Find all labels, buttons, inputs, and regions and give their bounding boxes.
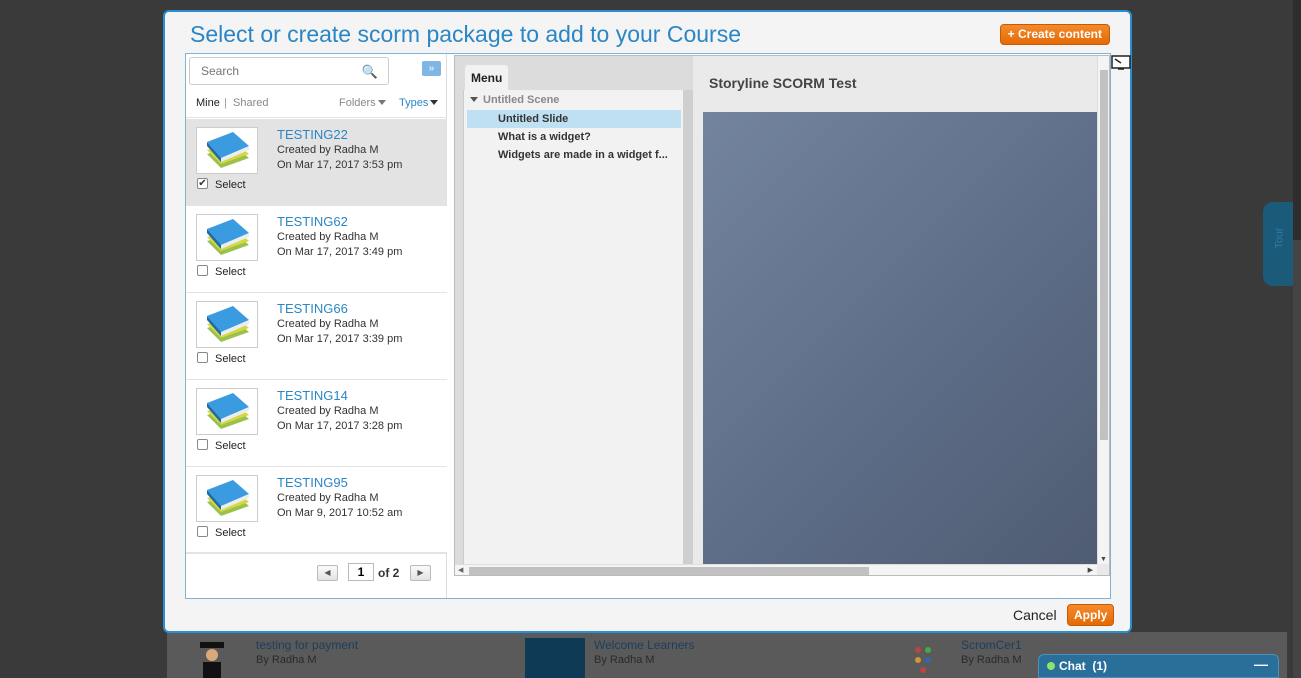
expand-panel-button[interactable]: » — [422, 61, 441, 76]
tour-label: Tour — [1273, 227, 1286, 249]
select-checkbox[interactable] — [197, 265, 208, 276]
scene-header[interactable]: Untitled Scene — [470, 94, 559, 106]
item-date: On Mar 9, 2017 10:52 am — [277, 507, 403, 519]
content-box: 🔍 » Mine | Shared Folders Types TESTING2… — [185, 53, 1131, 599]
filter-separator: | — [224, 97, 227, 109]
select-checkbox[interactable] — [197, 352, 208, 363]
chat-bar[interactable]: Chat (1) — — [1038, 654, 1279, 678]
item-date: On Mar 17, 2017 3:49 pm — [277, 246, 403, 258]
books-icon — [196, 388, 258, 435]
select-label[interactable]: Select — [215, 266, 246, 278]
prev-page-button[interactable]: ◀ — [317, 565, 338, 581]
package-list-panel: 🔍 » Mine | Shared Folders Types TESTING2… — [186, 54, 447, 598]
fullscreen-icon[interactable] — [1111, 55, 1131, 71]
list-item[interactable]: TESTING95 Created by Radha M On Mar 9, 2… — [186, 467, 447, 554]
books-icon — [196, 475, 258, 522]
item-created-by: Created by Radha M — [277, 405, 379, 417]
tour-tab[interactable]: Tour — [1263, 202, 1293, 286]
slide-menu-item[interactable]: Untitled Slide — [467, 110, 681, 128]
bg-course-thumbnail — [525, 638, 585, 678]
folders-dropdown[interactable]: Folders — [339, 97, 386, 109]
item-date: On Mar 17, 2017 3:28 pm — [277, 420, 403, 432]
page-count: of 2 — [378, 566, 400, 580]
scorm-select-modal: Select or create scorm package to add to… — [163, 10, 1132, 633]
player-menu-area: Menu Untitled Scene Untitled Slide What … — [455, 56, 693, 566]
scene-label: Untitled Scene — [483, 94, 560, 106]
item-title[interactable]: TESTING22 — [277, 127, 348, 142]
slide-menu-item[interactable]: Widgets are made in a widget f... — [467, 146, 681, 164]
chat-count: (1) — [1092, 659, 1108, 673]
scroll-down-arrow-icon[interactable]: ▼ — [1100, 556, 1107, 563]
menu-scrollbar[interactable] — [683, 90, 693, 566]
bg-course-item[interactable]: Welcome Learners By Radha M — [594, 638, 695, 666]
scroll-right-arrow-icon[interactable]: ▶ — [1088, 566, 1093, 574]
item-title[interactable]: TESTING62 — [277, 214, 348, 229]
list-item[interactable]: TESTING14 Created by Radha M On Mar 17, … — [186, 380, 447, 467]
page-number-input[interactable]: 1 — [348, 563, 374, 581]
apply-button[interactable]: Apply — [1067, 604, 1115, 626]
page-scrollbar[interactable] — [1293, 0, 1301, 678]
item-created-by: Created by Radha M — [277, 492, 379, 504]
page-scrollbar-thumb[interactable] — [1293, 0, 1301, 240]
select-checkbox[interactable] — [197, 439, 208, 450]
select-label[interactable]: Select — [215, 179, 246, 191]
slide-menu-list: Untitled Scene Untitled Slide What is a … — [463, 90, 683, 566]
select-label[interactable]: Select — [215, 527, 246, 539]
select-checkbox[interactable] — [197, 526, 208, 537]
books-icon — [196, 301, 258, 348]
triangle-down-icon — [470, 97, 478, 102]
item-date: On Mar 17, 2017 3:39 pm — [277, 333, 403, 345]
create-content-button[interactable]: + Create content — [999, 24, 1110, 45]
item-created-by: Created by Radha M — [277, 231, 379, 243]
item-date: On Mar 17, 2017 3:53 pm — [277, 159, 403, 171]
preview-horizontal-scrollbar[interactable]: ◀ ▶ — [455, 564, 1097, 575]
select-label[interactable]: Select — [215, 353, 246, 365]
search-input[interactable] — [190, 58, 360, 84]
horizontal-scrollbar-thumb[interactable] — [469, 567, 869, 575]
next-page-button[interactable]: ▶ — [410, 565, 431, 581]
bg-course-item[interactable]: ScromCer1 By Radha M — [961, 638, 1022, 666]
filter-shared[interactable]: Shared — [233, 97, 268, 109]
graduate-avatar-icon — [197, 640, 227, 678]
bg-course-item[interactable]: testing for payment By Radha M — [256, 638, 358, 666]
chevron-down-icon — [430, 100, 439, 105]
types-dropdown[interactable]: Types — [399, 97, 439, 109]
pagination: ◀ 1 of 2 ▶ — [186, 552, 447, 598]
online-status-icon — [1047, 662, 1055, 670]
minimize-icon[interactable]: — — [1254, 656, 1268, 672]
course-title: Storyline SCORM Test — [709, 75, 857, 91]
search-box: 🔍 — [189, 57, 389, 85]
slide-canvas[interactable] — [703, 112, 1097, 566]
types-label: Types — [399, 97, 429, 109]
vertical-scrollbar-thumb[interactable] — [1100, 70, 1108, 440]
item-title[interactable]: TESTING95 — [277, 475, 348, 490]
item-title[interactable]: TESTING14 — [277, 388, 348, 403]
item-created-by: Created by Radha M — [277, 318, 379, 330]
slide-menu-item[interactable]: What is a widget? — [467, 128, 681, 146]
list-item[interactable]: TESTING62 Created by Radha M On Mar 17, … — [186, 206, 447, 293]
modal-title: Select or create scorm package to add to… — [190, 21, 742, 47]
chat-label: Chat — [1059, 659, 1086, 673]
books-icon — [196, 127, 258, 174]
filter-mine[interactable]: Mine — [196, 97, 220, 109]
chevron-down-icon — [377, 100, 386, 105]
item-created-by: Created by Radha M — [277, 144, 379, 156]
filter-row: Mine | Shared Folders Types — [186, 88, 447, 118]
scorm-preview: Menu Untitled Scene Untitled Slide What … — [454, 55, 1110, 576]
list-item[interactable]: TESTING22 Created by Radha M On Mar 17, … — [186, 119, 447, 206]
search-icon[interactable]: 🔍 — [362, 64, 378, 80]
menu-tab[interactable]: Menu — [465, 65, 508, 91]
select-label[interactable]: Select — [215, 440, 246, 452]
certificate-icon — [908, 640, 938, 678]
folders-label: Folders — [339, 97, 376, 109]
item-title[interactable]: TESTING66 — [277, 301, 348, 316]
preview-vertical-scrollbar[interactable]: ▼ — [1097, 56, 1109, 564]
list-item[interactable]: TESTING66 Created by Radha M On Mar 17, … — [186, 293, 447, 380]
player-stage: Storyline SCORM Test — [693, 56, 1097, 566]
cancel-button[interactable]: Cancel — [1013, 607, 1057, 623]
select-checkbox[interactable]: ✔ — [197, 178, 208, 189]
books-icon — [196, 214, 258, 261]
package-list: TESTING22 Created by Radha M On Mar 17, … — [186, 119, 447, 554]
scroll-left-arrow-icon[interactable]: ◀ — [458, 566, 463, 574]
